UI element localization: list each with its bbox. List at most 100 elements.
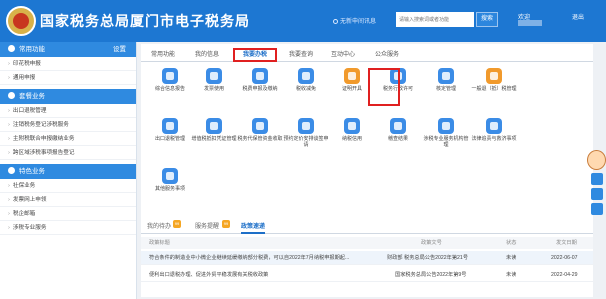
sidebar-section-featured[interactable]: 特色业务 — [0, 164, 136, 179]
assistant-mascot-icon[interactable] — [587, 150, 606, 170]
todo-count-badge: 99 — [173, 220, 181, 228]
star-icon — [8, 45, 15, 52]
tax-bureau-logo — [6, 6, 36, 36]
top-icon[interactable] — [590, 203, 603, 215]
service-item[interactable]: 预约定价安排谈签申请 — [283, 118, 329, 154]
policy-title[interactable]: 便利出口退税办理、促进外贸平稳发展有关税收政策 — [149, 268, 349, 282]
policy-status: 未读 — [506, 255, 517, 261]
service-item-label: 综合信息报告 — [154, 86, 185, 92]
policy-status: 未读 — [506, 272, 517, 278]
col-date: 发文日期 — [556, 240, 577, 246]
logout-button[interactable]: 退出 — [572, 12, 584, 21]
table-row[interactable]: 便利出口退税办理、促进外贸平稳发展有关税收政策 国家税务总局公告2022年第9号… — [141, 268, 593, 282]
main-panel: 常用功能 我的信息 我要办税 我要查询 互动中心 公众服务 综合信息报告 发票使用… — [141, 44, 593, 297]
sidebar-item[interactable]: 涉税专业服务 — [0, 221, 136, 235]
sidebar-item[interactable]: 发票网上申领 — [0, 193, 136, 207]
tax-reduction-icon — [298, 68, 314, 84]
service-item-label: 涉税专业服务机构管理 — [423, 136, 469, 148]
approval-icon — [438, 68, 454, 84]
invoice-icon — [206, 68, 222, 84]
floating-helper — [587, 150, 606, 215]
service-item[interactable]: 纳税信用 — [329, 118, 375, 154]
service-item-label: 税收减免 — [295, 86, 316, 92]
highlight-certificate — [368, 68, 400, 106]
custody-fund-icon — [252, 118, 268, 134]
tab-common[interactable]: 常用功能 — [143, 48, 183, 62]
sidebar-item[interactable]: 出口退税管理 — [0, 104, 136, 118]
sidebar-item[interactable]: 通用申报 — [0, 71, 136, 85]
service-item-label: 税费申报及缴纳 — [242, 86, 278, 92]
service-item[interactable]: 一般退（抵）税管理 — [471, 68, 517, 104]
service-item-label: 一般退（抵）税管理 — [471, 86, 517, 92]
tab-my-info[interactable]: 我的信息 — [187, 48, 227, 62]
service-item[interactable]: 其他服务事项 — [147, 168, 193, 204]
service-item-label: 纳税信用 — [341, 136, 362, 142]
inspection-icon — [390, 118, 406, 134]
table-row[interactable]: 符合条件的制造业中小微企业继续延缓缴纳部分税费，可以自2022年7月纳税申报期起… — [141, 251, 593, 265]
message-icon[interactable] — [590, 173, 603, 185]
service-item[interactable]: 核定管理 — [423, 68, 469, 104]
vat-voucher-icon — [206, 118, 222, 134]
settings-link[interactable]: 设置 — [113, 42, 126, 57]
sidebar-item[interactable]: 社保业务 — [0, 179, 136, 193]
service-item[interactable]: 稽查结果 — [375, 118, 421, 154]
sidebar-section-common[interactable]: 常用功能 设置 — [0, 42, 136, 57]
col-title: 政策标题 — [149, 240, 170, 246]
service-item-label: 发票使用 — [203, 86, 224, 92]
pricing-icon — [298, 118, 314, 134]
service-item[interactable]: 增值税抵扣凭证管理 — [191, 118, 237, 154]
sidebar: 常用功能 设置 印花税申报 通用申报 套餐业务 出口退税管理 注销税务登记涉税服… — [0, 42, 137, 299]
notice-tabs: 我的待办 99 服务提醒 99 政策速递 — [141, 220, 593, 234]
sidebar-item[interactable]: 注销税务登记涉税服务 — [0, 118, 136, 132]
sidebar-item[interactable]: 跨区域涉税事项报告登记 — [0, 146, 136, 160]
law-icon — [486, 118, 502, 134]
feature-icon — [8, 167, 15, 174]
policy-date: 2022-04-29 — [551, 272, 578, 278]
service-item[interactable]: 法律追责与救济事项 — [471, 118, 517, 154]
service-item-label: 稽查结果 — [387, 136, 408, 142]
col-doc: 政策文号 — [421, 240, 442, 246]
tab-todo[interactable]: 我的待办 — [147, 220, 171, 234]
agency-icon — [438, 118, 454, 134]
main-tabs: 常用功能 我的信息 我要办税 我要查询 互动中心 公众服务 — [141, 48, 593, 62]
tab-interaction[interactable]: 互动中心 — [323, 48, 363, 62]
tab-tax-handling[interactable]: 我要办税 — [233, 48, 277, 62]
service-item[interactable]: 税费申报及缴纳 — [237, 68, 283, 104]
sidebar-item[interactable]: 印花税申报 — [0, 57, 136, 71]
tab-policy[interactable]: 政策速递 — [241, 220, 266, 234]
service-item[interactable]: 发票使用 — [191, 68, 237, 104]
site-title: 国家税务总局厦门市电子税务局 — [40, 13, 250, 29]
service-item-label: 出口退税管理 — [154, 136, 185, 142]
search-button[interactable]: 搜索 — [476, 12, 498, 27]
reminder-count-badge: 99 — [222, 220, 230, 228]
report-icon — [162, 68, 178, 84]
unread-messages[interactable]: 无新申间讯息 — [333, 16, 376, 25]
refund-icon — [486, 68, 502, 84]
service-item-label: 税务代保管资金收取 — [237, 136, 283, 142]
credit-icon — [344, 118, 360, 134]
service-item[interactable]: 综合信息报告 — [147, 68, 193, 104]
policy-doc: 财政部 税务总局公告2022年第21号 — [387, 255, 469, 261]
sidebar-item[interactable]: 主附税联合申报缴纳业务 — [0, 132, 136, 146]
export-refund-icon — [162, 118, 178, 134]
sidebar-section-package[interactable]: 套餐业务 — [0, 89, 136, 104]
tab-public-service[interactable]: 公众服务 — [367, 48, 407, 62]
top-header: 国家税务总局厦门市电子税务局 无新申间讯息 搜索 欢迎 退出 — [0, 0, 606, 42]
policy-date: 2022-06-07 — [551, 255, 578, 261]
service-item-label: 核定管理 — [435, 86, 456, 92]
tab-reminders[interactable]: 服务提醒 — [195, 220, 219, 234]
service-item-label: 增值税抵扣凭证管理 — [191, 136, 237, 142]
tab-query[interactable]: 我要查询 — [281, 48, 321, 62]
service-item[interactable]: 税收减免 — [283, 68, 329, 104]
policy-doc: 国家税务总局公告2022年第9号 — [395, 272, 467, 278]
sidebar-item[interactable]: 税企邮箱 — [0, 207, 136, 221]
certificate-icon — [344, 68, 360, 84]
service-item[interactable]: 税务代保管资金收取 — [237, 118, 283, 154]
help-icon[interactable] — [590, 188, 603, 200]
package-icon — [8, 92, 15, 99]
service-item[interactable]: 出口退税管理 — [147, 118, 193, 154]
service-item[interactable]: 涉税专业服务机构管理 — [423, 118, 469, 154]
search-input[interactable] — [396, 12, 474, 27]
service-item-label: 法律追责与救济事项 — [471, 136, 517, 142]
policy-title[interactable]: 符合条件的制造业中小微企业继续延缓缴纳部分税费，可以自2022年7月纳税申报期起… — [149, 251, 349, 265]
